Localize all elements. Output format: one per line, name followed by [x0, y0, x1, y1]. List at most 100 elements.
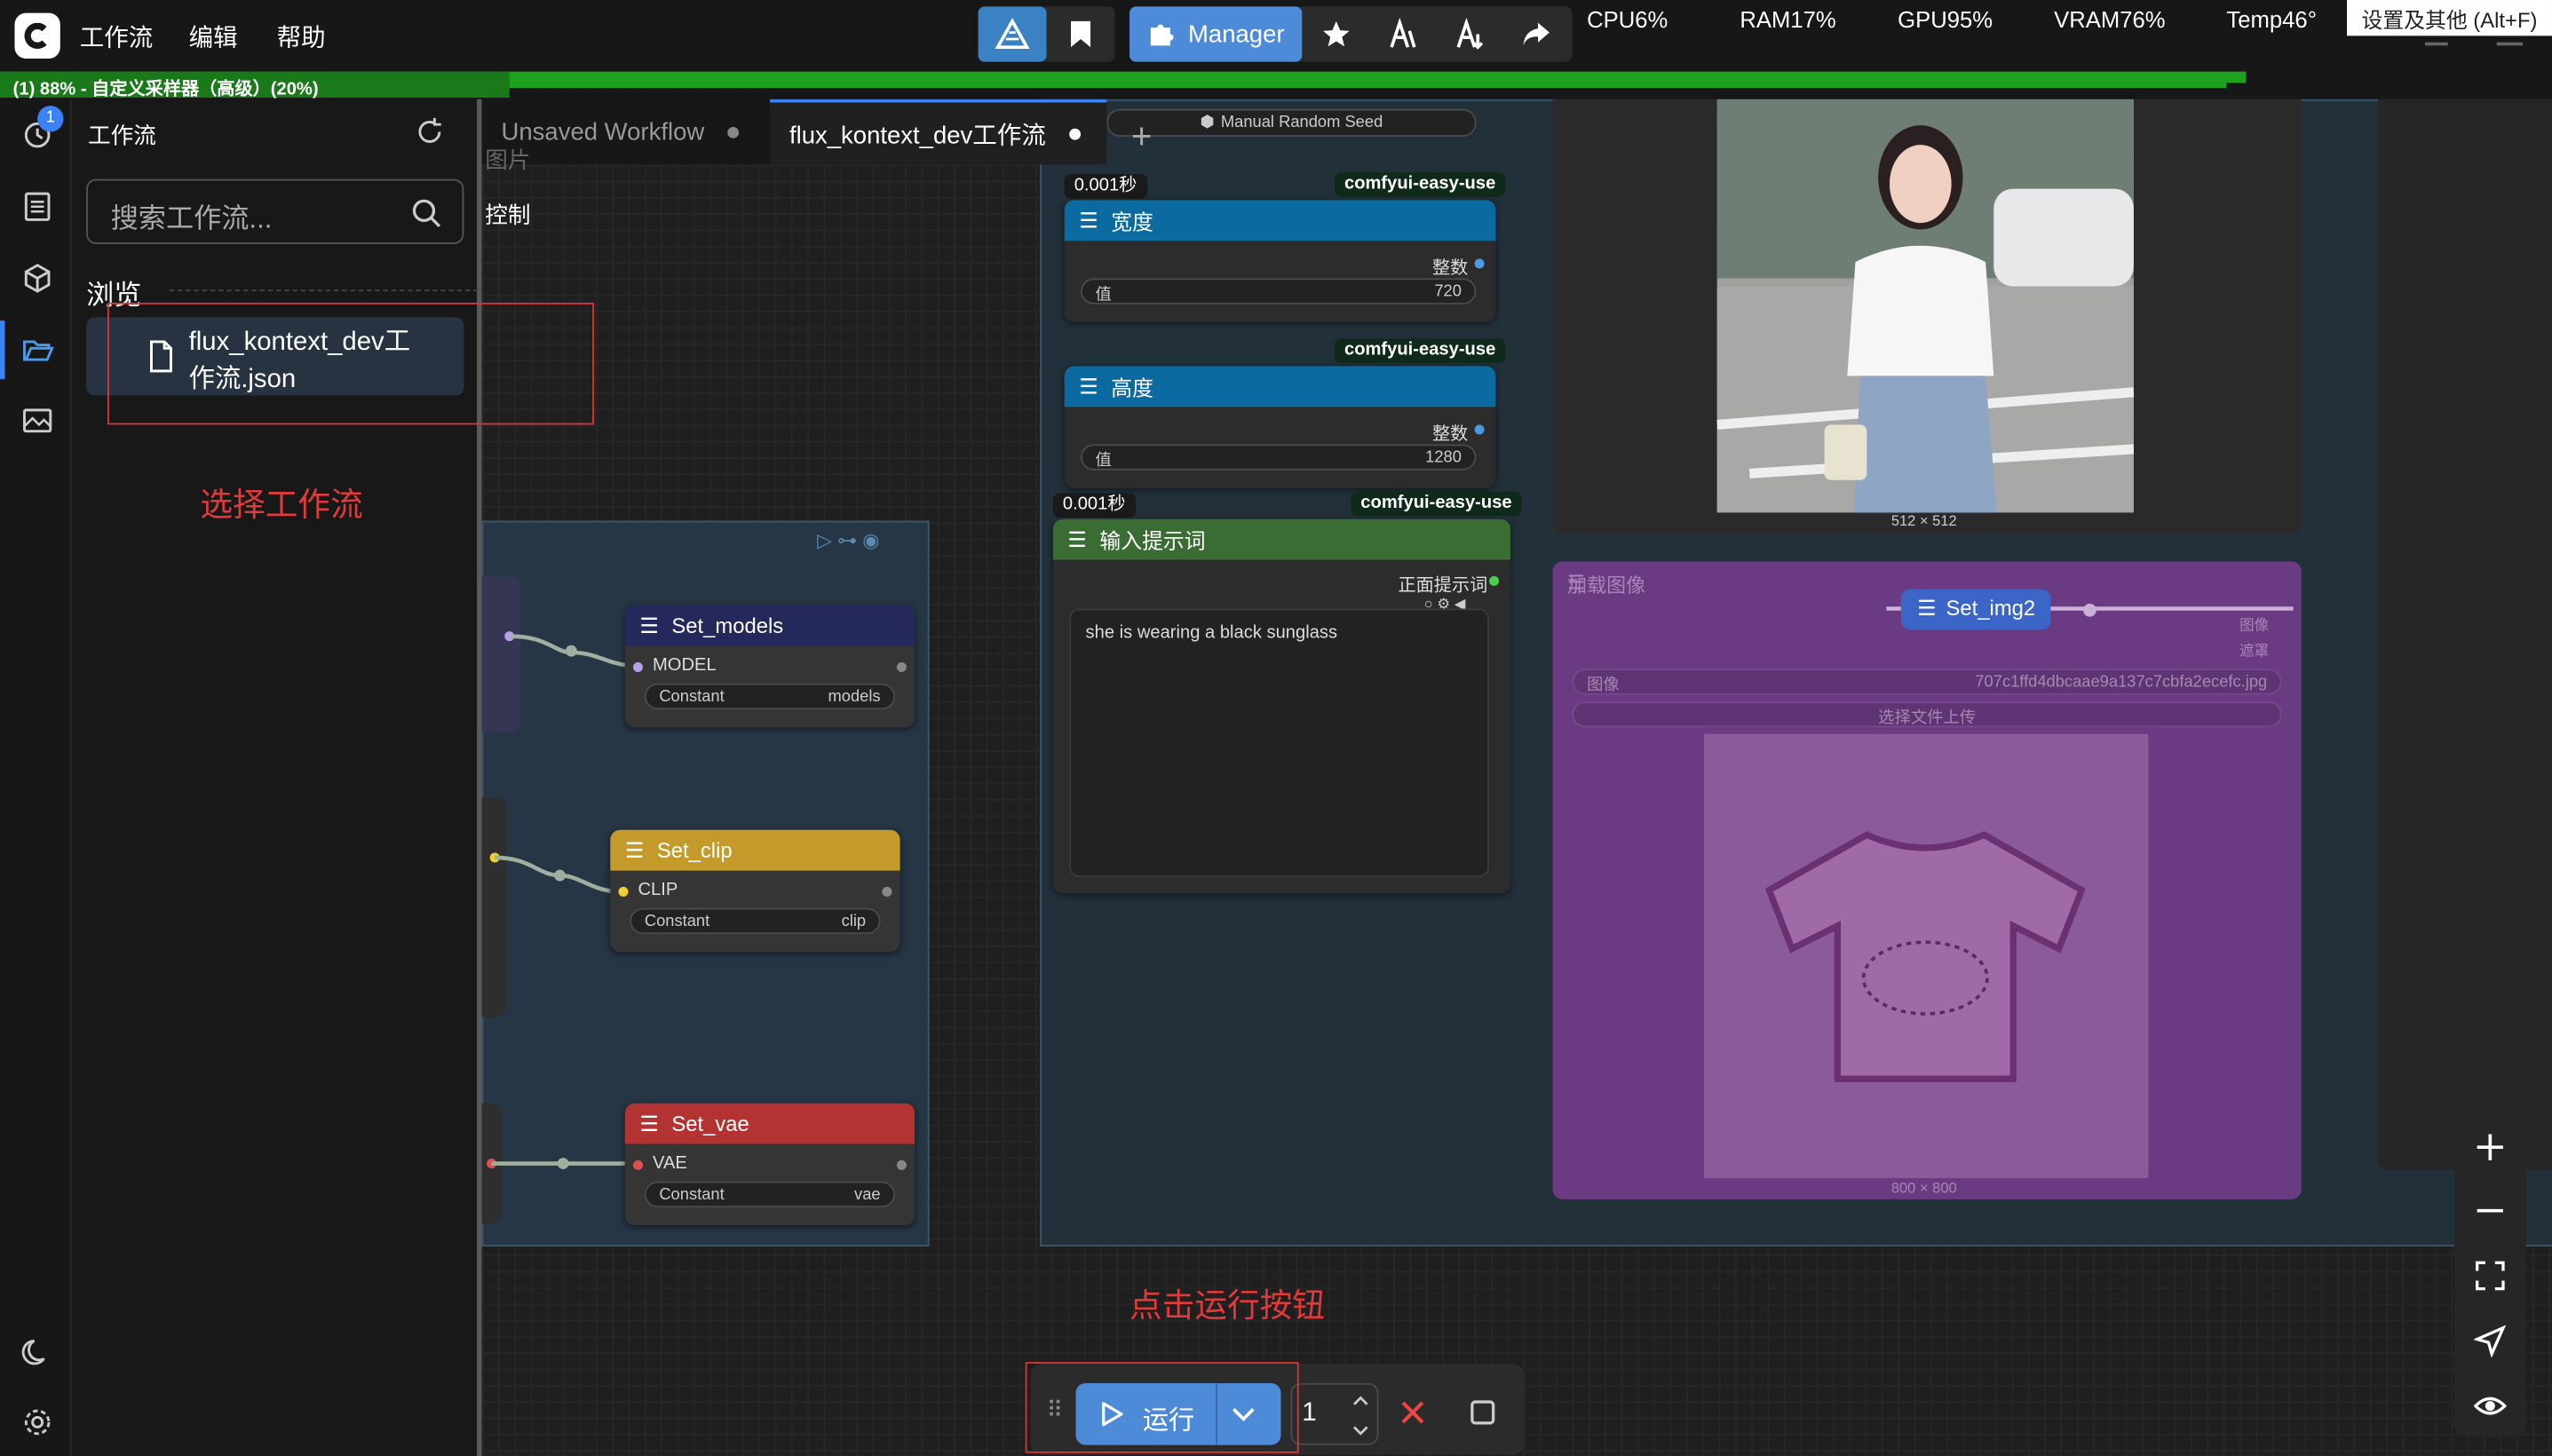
- manager-label: Manager: [1188, 20, 1285, 49]
- constant-widget-vae[interactable]: Constant vae: [644, 1181, 896, 1208]
- zoom-in-plus-icon[interactable]: [2474, 1131, 2507, 1164]
- set-clip-node[interactable]: ☰ Set_clip CLIP Constant clip: [610, 829, 900, 953]
- theme-moon-icon[interactable]: [20, 1334, 55, 1370]
- search-workflow-input[interactable]: 搜索工作流...: [86, 178, 464, 244]
- batch-count-input[interactable]: 1: [1290, 1382, 1379, 1445]
- loaded-size-label: 800 × 800: [1890, 1179, 1957, 1197]
- height-node[interactable]: ☰ 高度 整数 值 1280: [1064, 366, 1496, 488]
- new-tab-plus-icon[interactable]: +: [1131, 115, 1153, 158]
- constant-label: Constant: [659, 687, 725, 706]
- manager-button[interactable]: Manager: [1129, 6, 1303, 62]
- unsaved-dot-icon[interactable]: [726, 126, 739, 138]
- upload-button[interactable]: 选择文件上传: [1572, 700, 2282, 728]
- refresh-icon[interactable]: [414, 115, 447, 148]
- menu-edit[interactable]: 编辑: [189, 20, 238, 53]
- load-image-node[interactable]: 加载图像 ☰ ☰ Set_img2 图像 遮罩 图像 707c1ffd4dbcaae…: [1552, 561, 2302, 1199]
- window-icon[interactable]: [2425, 42, 2448, 46]
- manual-random-seed-button[interactable]: ⬢ Manual Random Seed: [1106, 108, 1477, 137]
- browse-divider: [169, 289, 479, 292]
- constant-widget-clip[interactable]: Constant clip: [630, 907, 881, 935]
- constant-label: Constant: [644, 912, 710, 930]
- width-value-widget[interactable]: 值 720: [1081, 278, 1477, 305]
- stepper-icon[interactable]: [1351, 1391, 1370, 1440]
- height-node-tag: comfyui-easy-use: [1334, 338, 1506, 363]
- tshirt-illustration: [1764, 831, 2086, 1082]
- side-icon-bar: [0, 99, 72, 1456]
- comfy-logo[interactable]: [14, 12, 60, 59]
- settings-tooltip: 设置及其他 (Alt+F): [2347, 0, 2552, 36]
- height-title: 高度: [1111, 376, 1153, 400]
- width-output-label: 整数: [1431, 258, 1469, 279]
- search-icon[interactable]: [410, 197, 443, 230]
- preview-image-node[interactable]: 512 × 512: [1552, 99, 2302, 534]
- graph-canvas[interactable]: ▷ ⊶ ◉ ☰ Set_models MODEL Constant models ☰…: [481, 99, 2552, 1456]
- height-value-widget[interactable]: 值 1280: [1081, 444, 1477, 471]
- toggle-visibility-eye-icon[interactable]: [2474, 1389, 2507, 1422]
- image-file-widget[interactable]: 图像 707c1ffd4dbcaae9a137c7cbfa2ecefc.jpg: [1572, 669, 2282, 695]
- share-icon[interactable]: [1502, 6, 1571, 61]
- menu-icon: ☰: [1079, 207, 1098, 233]
- clip-slot-label: CLIP: [638, 880, 678, 900]
- set-vae-node[interactable]: ☰ Set_vae VAE Constant vae: [624, 1103, 915, 1226]
- folder-open-icon[interactable]: [20, 332, 55, 368]
- set-clip-header[interactable]: ☰ Set_clip: [610, 829, 900, 871]
- preview-image: [1716, 99, 2134, 513]
- prompt-output-dot[interactable]: [1489, 575, 1500, 586]
- height-output-dot[interactable]: [1474, 424, 1485, 435]
- width-node[interactable]: ☰ 宽度 整数 值 720: [1064, 200, 1496, 322]
- menu-icon: ☰: [624, 837, 645, 862]
- model-output-dot[interactable]: [896, 661, 907, 672]
- menu-icon: ☰: [639, 1110, 659, 1136]
- queue-triangle-icon[interactable]: [978, 6, 1047, 62]
- vae-input-dot[interactable]: [632, 1159, 643, 1170]
- model-input-dot[interactable]: [632, 661, 643, 672]
- person-illustration: [1716, 99, 2134, 513]
- unsaved-dot-icon[interactable]: [1068, 127, 1081, 139]
- panel-title: 工作流: [87, 122, 156, 148]
- clip-output-dot[interactable]: [882, 886, 892, 897]
- cancel-x-icon[interactable]: [1399, 1399, 1425, 1425]
- prompt-header[interactable]: ☰ 输入提示词: [1052, 518, 1510, 560]
- width-param: 值: [1095, 285, 1112, 304]
- set-models-header[interactable]: ☰ Set_models: [624, 605, 915, 646]
- stop-square-icon[interactable]: [1470, 1399, 1495, 1425]
- set-vae-header[interactable]: ☰ Set_vae: [624, 1103, 915, 1144]
- height-value: 1280: [1425, 447, 1462, 467]
- tab-flux-kontext[interactable]: flux_kontext_dev工作流: [769, 99, 1107, 165]
- constant-widget-models[interactable]: Constant models: [644, 683, 896, 710]
- partial-node-right[interactable]: [2377, 99, 2552, 1170]
- prompt-output-label: 正面提示词: [1398, 575, 1488, 596]
- group-controls-icon[interactable]: ▷ ⊶ ◉: [817, 529, 879, 552]
- model-download-icon[interactable]: [1436, 6, 1504, 61]
- top-bar: 工作流 编辑 帮助 Manager CPU6% RAM17% GPU95% VR…: [0, 0, 2552, 72]
- puzzle-icon: [1150, 24, 1174, 46]
- prompt-textarea[interactable]: she is wearing a black sunglass: [1069, 608, 1490, 877]
- zoom-out-minus-icon[interactable]: [2474, 1194, 2507, 1227]
- settings-gear-icon[interactable]: [20, 1405, 55, 1440]
- image-gallery-icon[interactable]: [20, 402, 55, 438]
- set-img2-node[interactable]: ☰ Set_img2: [1900, 589, 2051, 630]
- vae-output-dot[interactable]: [896, 1159, 907, 1170]
- width-header[interactable]: ☰ 宽度: [1064, 200, 1496, 241]
- history-badge: 1: [37, 106, 64, 132]
- hamburger-icon[interactable]: [2496, 42, 2523, 46]
- bookmark-icon[interactable]: [1047, 6, 1115, 61]
- clip-input-dot[interactable]: [618, 886, 629, 897]
- menu-icon: ☰: [639, 613, 659, 637]
- menu-workflow[interactable]: 工作流: [80, 20, 154, 53]
- set-models-node[interactable]: ☰ Set_models MODEL Constant models: [624, 605, 915, 728]
- menu-help[interactable]: 帮助: [277, 20, 326, 53]
- height-header[interactable]: ☰ 高度: [1064, 366, 1496, 408]
- star-icon[interactable]: [1302, 6, 1370, 61]
- node-library-cube-icon[interactable]: [20, 260, 55, 296]
- annotation-select-workflow: 选择工作流: [200, 487, 363, 525]
- queue-list-icon[interactable]: [20, 189, 55, 225]
- cpu-stat: CPU6%: [1587, 6, 1668, 33]
- set-clip-title: Set_clip: [656, 837, 733, 863]
- fit-view-icon[interactable]: [2474, 1260, 2507, 1293]
- model-manager-icon[interactable]: [1368, 6, 1437, 61]
- prompt-node[interactable]: ☰ 输入提示词 正面提示词 ○ ⚙ ◀ she is wearing a blac…: [1052, 518, 1510, 894]
- navigate-send-icon[interactable]: [2474, 1325, 2507, 1357]
- prompt-title: 输入提示词: [1099, 528, 1206, 554]
- width-output-dot[interactable]: [1474, 258, 1485, 269]
